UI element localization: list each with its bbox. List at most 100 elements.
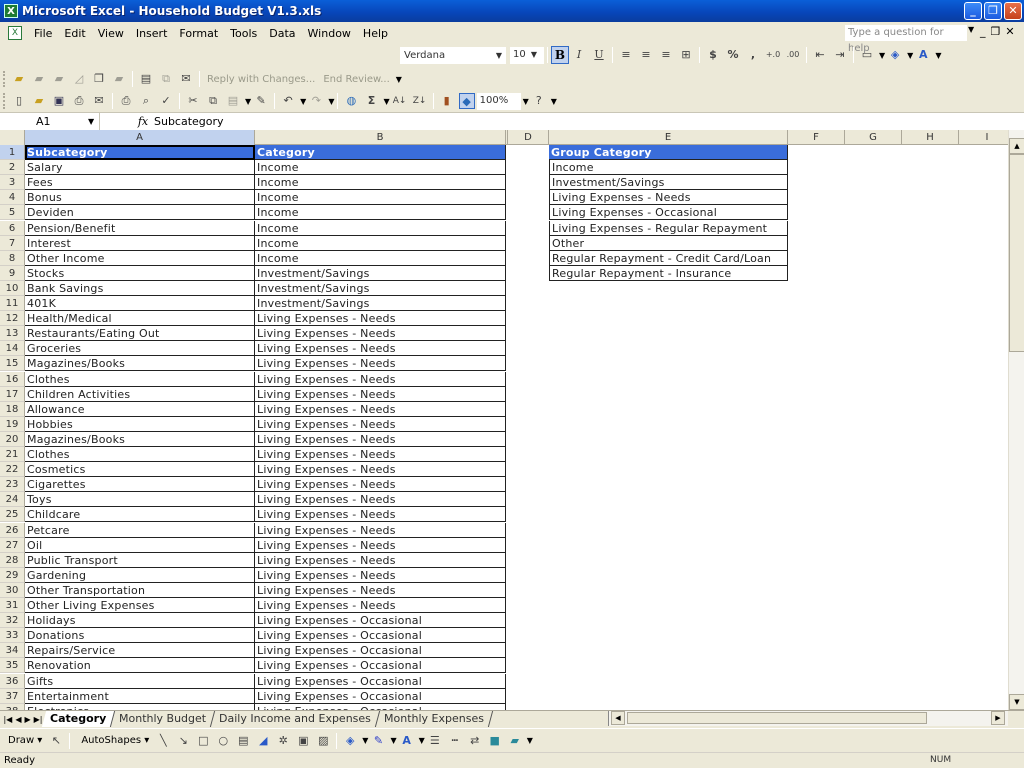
row-header[interactable]: 19 (0, 416, 25, 432)
align-right-icon[interactable]: ≡ (658, 47, 674, 63)
merge-center-icon[interactable]: ⊞ (678, 47, 694, 63)
row-header[interactable]: 14 (0, 341, 25, 357)
help-icon[interactable]: ? (531, 93, 547, 109)
cell-category[interactable]: Living Expenses - Needs (255, 462, 506, 478)
cell-subcategory[interactable]: Children Activities (25, 386, 255, 402)
scroll-right-icon[interactable]: ▶ (991, 711, 1005, 725)
shadow-style-icon[interactable]: ■ (487, 733, 503, 749)
copy-icon[interactable]: ⧉ (205, 93, 221, 109)
cell-subcategory[interactable]: Renovation (25, 658, 255, 674)
redo-icon[interactable]: ↷ (308, 93, 324, 109)
row-header[interactable]: 17 (0, 386, 25, 402)
cell-category[interactable]: Income (255, 205, 506, 221)
toolbar-grip[interactable] (3, 93, 6, 109)
row-header[interactable]: 11 (0, 296, 25, 311)
tab-monthly-budget[interactable]: Monthly Budget (111, 711, 216, 727)
cell-category[interactable]: Living Expenses - Needs (255, 431, 506, 447)
chevron-down-icon[interactable]: ▼ (390, 736, 396, 745)
tab-monthly-expenses[interactable]: Monthly Expenses (376, 711, 494, 727)
underline-button[interactable]: U (591, 47, 607, 63)
cell-category[interactable]: Investment/Savings (255, 296, 506, 311)
cell-subcategory[interactable]: Magazines/Books (25, 431, 255, 447)
decrease-decimal-icon[interactable]: .00 (785, 47, 801, 63)
cell-subcategory[interactable]: Allowance (25, 401, 255, 417)
row-header[interactable]: 24 (0, 492, 25, 508)
cell-subcategory[interactable]: Groceries (25, 341, 255, 357)
horizontal-scrollbar[interactable]: ◀ ▶ (608, 711, 1008, 726)
font-size-select[interactable]: 10 ▼ (510, 46, 544, 64)
bold-button[interactable]: B (551, 46, 569, 64)
rectangle-icon[interactable]: □ (195, 733, 211, 749)
arrow-style-icon[interactable]: ⇄ (467, 733, 483, 749)
cell-subcategory[interactable]: Hobbies (25, 416, 255, 432)
cell-subcategory[interactable]: Magazines/Books (25, 356, 255, 372)
chevron-down-icon[interactable]: ▼ (300, 97, 306, 106)
chart-wizard-icon[interactable]: ▮ (439, 93, 455, 109)
vertical-scrollbar[interactable]: ▲ ▼ (1008, 130, 1024, 710)
menu-tools[interactable]: Tools (224, 27, 263, 40)
zoom-select[interactable]: 100% (476, 92, 521, 110)
menu-file[interactable]: File (28, 27, 58, 40)
cell-category[interactable]: Income (255, 160, 506, 176)
cell-subcategory[interactable]: Cosmetics (25, 462, 255, 478)
row-header[interactable]: 8 (0, 250, 25, 266)
align-center-icon[interactable]: ≡ (638, 47, 654, 63)
row-header[interactable]: 15 (0, 356, 25, 372)
column-header-i[interactable]: I (959, 130, 1008, 145)
mail-icon[interactable]: ✉ (178, 71, 194, 87)
row-header[interactable]: 7 (0, 235, 25, 251)
cell-group-category[interactable]: Living Expenses - Regular Repayment (549, 220, 788, 236)
formula-input[interactable]: Subcategory (150, 115, 224, 128)
row-header[interactable]: 21 (0, 447, 25, 462)
font-color-icon[interactable]: A (399, 733, 415, 749)
cell-subcategory[interactable]: Cigarettes (25, 477, 255, 493)
cell-group-category[interactable]: Living Expenses - Needs (549, 190, 788, 206)
cell-subcategory[interactable]: 401K (25, 296, 255, 311)
cell-subcategory[interactable]: Other Income (25, 250, 255, 266)
cell-category[interactable]: Living Expenses - Needs (255, 401, 506, 417)
cell-subcategory[interactable]: Gifts (25, 673, 255, 689)
row-header[interactable]: 27 (0, 537, 25, 553)
cell-subcategory[interactable]: Oil (25, 537, 255, 553)
cell-subcategory[interactable]: Deviden (25, 205, 255, 221)
last-sheet-icon[interactable]: ▶| (34, 715, 43, 724)
cell-subcategory[interactable]: Clothes (25, 371, 255, 387)
row-header[interactable]: 34 (0, 643, 25, 659)
cell-subcategory[interactable]: Entertainment (25, 688, 255, 704)
cell-category[interactable]: Living Expenses - Needs (255, 326, 506, 342)
menu-window[interactable]: Window (302, 27, 357, 40)
chevron-down-icon[interactable]: ▼ (523, 97, 529, 106)
cell-subcategory[interactable]: Bank Savings (25, 280, 255, 296)
row-header[interactable]: 18 (0, 401, 25, 417)
cell-subcategory[interactable]: Repairs/Service (25, 643, 255, 659)
cell-subcategory[interactable]: Fees (25, 175, 255, 191)
row-header[interactable]: 33 (0, 628, 25, 644)
oval-icon[interactable]: ○ (215, 733, 231, 749)
cell-category[interactable]: Income (255, 175, 506, 191)
cell-category[interactable]: Living Expenses - Needs (255, 477, 506, 493)
cell-category[interactable]: Living Expenses - Occasional (255, 613, 506, 629)
undo-icon[interactable]: ↶ (280, 93, 296, 109)
cell-subcategory[interactable]: Pension/Benefit (25, 220, 255, 236)
cell-subcategory[interactable]: Health/Medical (25, 311, 255, 327)
row-header[interactable]: 35 (0, 658, 25, 674)
cell-subcategory[interactable]: Other Living Expenses (25, 598, 255, 613)
cell-category[interactable]: Living Expenses - Needs (255, 492, 506, 508)
cell-group-category[interactable]: Income (549, 160, 788, 176)
cell-category[interactable]: Living Expenses - Needs (255, 447, 506, 462)
chevron-down-icon[interactable]: ▼ (88, 113, 94, 130)
toolbar-grip[interactable] (3, 71, 6, 87)
row-header[interactable]: 1 (0, 145, 25, 160)
diagram-icon[interactable]: ✲ (275, 733, 291, 749)
borders-icon[interactable]: ▭ (859, 47, 875, 63)
chevron-down-icon[interactable]: ▼ (551, 97, 557, 106)
line-color-icon[interactable]: ✎ (370, 733, 386, 749)
cell-category[interactable]: Investment/Savings (255, 265, 506, 281)
cell-group-category[interactable]: Investment/Savings (549, 175, 788, 191)
format-painter-icon[interactable]: ✎ (253, 93, 269, 109)
cell-category[interactable]: Income (255, 220, 506, 236)
autosum-icon[interactable]: Σ (363, 93, 379, 109)
cell-category[interactable]: Living Expenses - Needs (255, 311, 506, 327)
cell-category[interactable]: Investment/Savings (255, 280, 506, 296)
drawing-icon[interactable]: ◆ (458, 93, 475, 109)
